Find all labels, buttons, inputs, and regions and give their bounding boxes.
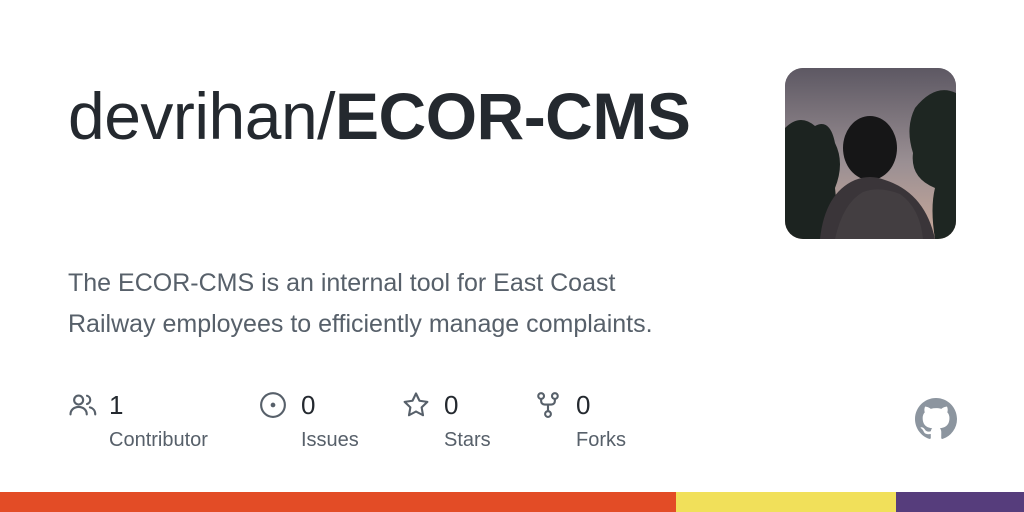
avatar-photo [785,68,956,239]
repo-title: devrihan/ECOR-CMS [68,76,708,156]
language-bar-segment [0,492,676,512]
repo-description: The ECOR-CMS is an internal tool for Eas… [68,269,653,338]
language-bar [0,492,1024,512]
stars-label: Stars [444,429,491,451]
star-icon [403,392,429,417]
contributors-count: 1 [109,390,124,420]
people-icon [69,394,97,416]
forks-count: 0 [576,390,591,420]
contributors-label: Contributor [109,429,208,451]
language-bar-segment [675,492,896,512]
issue-icon [260,392,286,418]
owner-avatar [785,68,956,239]
github-logo-icon [915,398,957,439]
fork-icon [537,392,559,418]
issues-count: 0 [301,390,316,420]
language-bar-segment [895,492,1024,512]
repo-social-card: devrihan/ECOR-CMS The ECOR-CMS is an int… [0,0,1024,512]
repo-name: ECOR-CMS [335,79,691,153]
issues-label: Issues [301,429,359,451]
stars-count: 0 [444,390,459,420]
forks-label: Forks [576,429,626,451]
repo-owner: devrihan/ [68,79,336,153]
